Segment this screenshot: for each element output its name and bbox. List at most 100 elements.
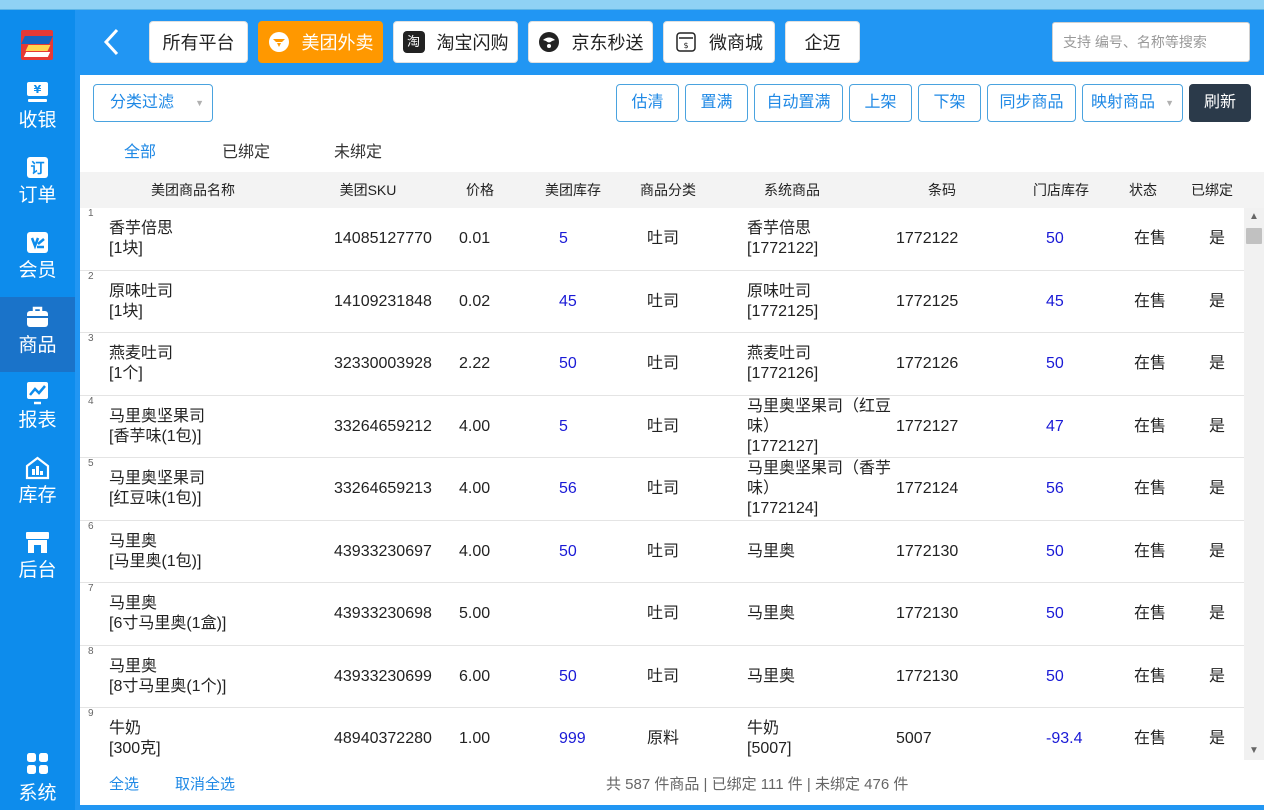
price-cell: 2.22 xyxy=(459,355,491,372)
window-top-strip xyxy=(0,0,1264,10)
bound-cell: 是 xyxy=(1209,605,1226,622)
sidebar-item-orders[interactable]: 订 订单 xyxy=(0,147,75,222)
sidebar-item-label: 库存 xyxy=(18,485,57,506)
refresh-button[interactable]: 刷新 xyxy=(1189,84,1251,122)
price-cell: 0.01 xyxy=(459,230,491,247)
row-number: 5 xyxy=(88,458,94,469)
status-cell: 在售 xyxy=(1134,355,1167,372)
system-product-line: 原味吐司 xyxy=(747,282,812,300)
status-cell: 在售 xyxy=(1134,605,1167,622)
sidebar-item-reports[interactable]: 报表 xyxy=(0,372,75,447)
product-spec: [8寸马里奥(1个)] xyxy=(109,677,227,695)
row-number: 9 xyxy=(88,708,94,719)
product-spec: [马里奥(1包)] xyxy=(109,552,202,570)
meituan-stock-cell: 45 xyxy=(559,292,577,310)
col-header-barcode: 条码 xyxy=(928,182,956,198)
col-header-stock: 美团库存 xyxy=(545,182,601,198)
platform-tab-all[interactable]: 所有平台 xyxy=(149,21,248,63)
meituan-name-cell: 燕麦吐司 [1个] xyxy=(109,344,173,384)
svg-text:¥: ¥ xyxy=(34,83,42,96)
meituan-name-cell: 马里奥 [马里奥(1包)] xyxy=(109,532,201,572)
fill-stock-button[interactable]: 置满 xyxy=(685,84,748,122)
table-row[interactable]: 6 马里奥 [马里奥(1包)] 43933230697 4.00 50 吐司 马… xyxy=(80,521,1244,583)
system-product-line: [1772126] xyxy=(747,365,819,382)
system-product-line: [1772125] xyxy=(747,302,819,320)
grid-apps-icon xyxy=(27,753,48,774)
platform-tab-weishop[interactable]: $ 微商城 xyxy=(663,21,775,63)
member-card-icon xyxy=(27,232,48,253)
barcode-cell: 1772127 xyxy=(896,417,959,435)
table-scrollbar[interactable]: ▲ ▼ xyxy=(1244,208,1264,760)
system-product-cell: 香芋倍思 [1772122] xyxy=(747,219,818,259)
meituan-name-cell: 马里奥坚果司 [香芋味(1包)] xyxy=(109,407,205,447)
svg-text:订: 订 xyxy=(31,160,45,177)
store-stock-cell: 50 xyxy=(1046,667,1064,685)
table-row[interactable]: 8 马里奥 [8寸马里奥(1个)] 43933230699 6.00 50 吐司… xyxy=(80,646,1244,708)
list-on-button[interactable]: 上架 xyxy=(849,84,912,122)
store-stock-cell: 50 xyxy=(1046,230,1064,247)
tab-bound[interactable]: 已绑定 xyxy=(222,143,270,163)
system-product-line: 味） xyxy=(747,417,780,435)
platform-tab-qimai[interactable]: 企迈 xyxy=(785,21,860,63)
sidebar-item-label: 系统 xyxy=(18,783,57,804)
sell-out-button[interactable]: 估清 xyxy=(616,84,679,122)
category-filter-dropdown[interactable]: 分类过滤 ▼ xyxy=(93,84,213,122)
map-products-dropdown[interactable]: 映射商品 ▼ xyxy=(1082,84,1183,122)
category-cell: 吐司 xyxy=(647,355,680,372)
bound-cell: 是 xyxy=(1209,355,1226,372)
sidebar-item-label: 商品 xyxy=(18,335,57,356)
category-cell: 原料 xyxy=(647,730,680,747)
system-product-cell: 牛奶 [5007] xyxy=(747,719,791,759)
system-product-cell: 马里奥 xyxy=(747,667,795,687)
product-name: 马里奥坚果司 xyxy=(109,470,206,487)
platform-tab-label: 淘宝闪购 xyxy=(436,33,509,53)
filter-label: 分类过滤 xyxy=(110,94,175,111)
sidebar-item-inventory[interactable]: 库存 xyxy=(0,447,75,522)
category-cell: 吐司 xyxy=(647,230,680,247)
platform-tab-jd[interactable]: 京东秒送 xyxy=(528,21,653,63)
bound-cell: 是 xyxy=(1209,292,1226,310)
meituan-stock-cell: 56 xyxy=(559,480,577,497)
barcode-cell: 1772122 xyxy=(896,230,959,247)
sku-cell: 43933230697 xyxy=(334,542,432,560)
tab-unbound[interactable]: 未绑定 xyxy=(334,143,382,163)
table-row[interactable]: 5 马里奥坚果司 [红豆味(1包)] 33264659213 4.00 56 吐… xyxy=(80,458,1244,521)
store-stock-cell: 50 xyxy=(1046,355,1064,372)
scroll-up-icon[interactable]: ▲ xyxy=(1244,208,1264,226)
platform-tab-meituan[interactable]: 美团外卖 xyxy=(258,21,383,63)
barcode-cell: 5007 xyxy=(896,730,932,747)
barcode-cell: 1772124 xyxy=(896,480,959,497)
table-row[interactable]: 9 牛奶 [300克] 48940372280 1.00 999 原料 牛奶 [… xyxy=(80,708,1244,760)
table-row[interactable]: 7 马里奥 [6寸马里奥(1盒)] 43933230698 5.00 吐司 马里… xyxy=(80,583,1244,646)
platform-tab-taobao[interactable]: 淘 淘宝闪购 xyxy=(393,21,518,63)
deselect-all-link[interactable]: 取消全选 xyxy=(175,775,235,795)
sidebar-item-cashier[interactable]: ¥ 收银 xyxy=(0,72,75,147)
meituan-stock-cell: 999 xyxy=(559,730,586,747)
meituan-icon xyxy=(268,32,289,52)
product-spec: [300克] xyxy=(109,740,161,757)
tab-all[interactable]: 全部 xyxy=(124,143,156,163)
table-row[interactable]: 4 马里奥坚果司 [香芋味(1包)] 33264659212 4.00 5 吐司… xyxy=(80,396,1244,458)
system-product-line: 香芋倍思 xyxy=(747,220,812,237)
list-off-button[interactable]: 下架 xyxy=(918,84,981,122)
search-input[interactable] xyxy=(1052,22,1250,62)
table-row[interactable]: 3 燕麦吐司 [1个] 32330003928 2.22 50 吐司 燕麦吐司 … xyxy=(80,333,1244,396)
store-stock-cell: 45 xyxy=(1046,292,1064,310)
sync-products-button[interactable]: 同步商品 xyxy=(987,84,1076,122)
back-button[interactable] xyxy=(97,25,127,59)
table-row[interactable]: 2 原味吐司 [1块] 14109231848 0.02 45 吐司 原味吐司 … xyxy=(80,271,1244,333)
bound-cell: 是 xyxy=(1209,480,1226,497)
table-row[interactable]: 1 香芋倍思 [1块] 14085127770 0.01 5 吐司 香芋倍思 [… xyxy=(80,208,1244,271)
select-all-link[interactable]: 全选 xyxy=(109,775,139,795)
sidebar-item-system[interactable]: 系统 xyxy=(0,745,75,810)
product-spec: [1个] xyxy=(109,365,143,382)
system-product-cell: 马里奥 xyxy=(747,542,795,562)
store-stock-cell: -93.4 xyxy=(1046,730,1083,747)
sidebar-item-products[interactable]: 商品 xyxy=(0,297,75,372)
sku-cell: 33264659213 xyxy=(334,480,432,497)
sidebar-item-backoffice[interactable]: 后台 xyxy=(0,522,75,597)
auto-fill-button[interactable]: 自动置满 xyxy=(754,84,843,122)
scrollbar-thumb[interactable] xyxy=(1246,228,1262,244)
sidebar-item-members[interactable]: 会员 xyxy=(0,222,75,297)
scroll-down-icon[interactable]: ▼ xyxy=(1244,742,1264,760)
